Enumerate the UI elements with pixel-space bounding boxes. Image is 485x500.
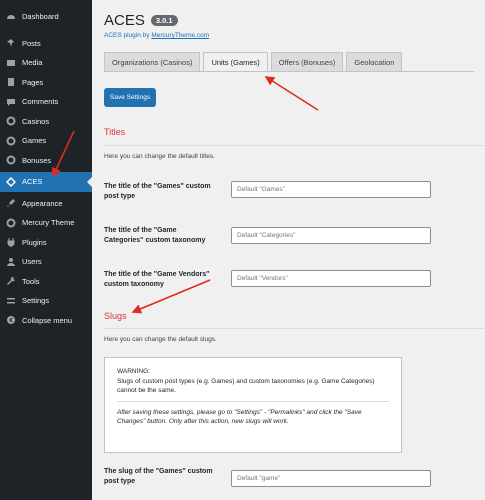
sidebar-item-casinos[interactable]: Casinos — [0, 112, 92, 132]
games-title-label: The title of the "Games" custom post typ… — [104, 183, 211, 200]
warning-note: After saving these settings, please go t… — [117, 409, 362, 425]
vendors-title-label: The title of the "Game Vendors" custom t… — [104, 271, 210, 288]
sidebar-item-label: ACES — [22, 177, 43, 187]
sidebar-item-label: Settings — [22, 296, 50, 306]
categories-title-label: The title of the "Game Categories" custo… — [104, 227, 206, 244]
slug-warning-box: WARNING: Slugs of custom post types (e.g… — [104, 357, 402, 453]
comment-icon — [6, 97, 16, 107]
sidebar-item-label: Bonuses — [22, 155, 52, 165]
tab-offers[interactable]: Offers (Bonuses) — [270, 52, 344, 72]
sidebar-item-bonuses[interactable]: Bonuses — [0, 151, 92, 171]
sidebar-item-plugins[interactable]: Plugins — [0, 233, 92, 253]
sidebar-item-tools[interactable]: Tools — [0, 272, 92, 292]
titles-description: Here you can change the default titles. — [104, 153, 215, 160]
section-divider — [104, 145, 485, 146]
sidebar-item-label: Posts — [22, 38, 41, 48]
admin-sidebar: Dashboard Posts Media Pages Comments Cas… — [0, 0, 92, 500]
sidebar-item-label: Media — [22, 58, 43, 68]
sidebar-item-games[interactable]: Games — [0, 131, 92, 151]
warning-divider — [117, 401, 389, 402]
categories-title-input[interactable] — [231, 227, 431, 244]
page-header: ACES 3.0.1 — [104, 12, 178, 29]
slugs-description: Here you can change the default slugs. — [104, 336, 217, 343]
sidebar-item-posts[interactable]: Posts — [0, 34, 92, 54]
sidebar-item-aces[interactable]: ACES — [0, 172, 92, 192]
slugs-heading: Slugs — [104, 311, 127, 321]
sidebar-item-users[interactable]: Users — [0, 252, 92, 272]
tab-organizations[interactable]: Organizations (Casinos) — [104, 52, 201, 72]
sidebar-item-label: Tools — [22, 276, 40, 286]
brush-icon — [6, 198, 16, 208]
settings-icon — [6, 296, 16, 306]
sidebar-item-collapse-menu[interactable]: Collapse menu — [0, 311, 92, 331]
vendors-title-input[interactable] — [231, 270, 431, 287]
sidebar-item-label: Casinos — [22, 116, 50, 126]
sidebar-item-label: Collapse menu — [22, 315, 73, 325]
dashboard-icon — [6, 12, 16, 22]
sidebar-item-media[interactable]: Media — [0, 53, 92, 73]
warning-text: Slugs of custom post types (e.g. Games) … — [117, 378, 375, 394]
titles-heading: Titles — [104, 127, 126, 137]
collapse-icon — [6, 315, 16, 325]
gear-icon — [6, 218, 16, 228]
warning-title: WARNING: — [117, 368, 150, 375]
page-title: ACES — [104, 12, 145, 29]
gear-icon — [6, 116, 16, 126]
mercurytheme-link[interactable]: MercuryTheme.com — [151, 32, 209, 39]
sidebar-item-label: Pages — [22, 77, 44, 87]
gear-icon — [6, 136, 16, 146]
media-icon — [6, 58, 16, 68]
sidebar-item-dashboard[interactable]: Dashboard — [0, 7, 92, 27]
version-badge: 3.0.1 — [150, 15, 178, 26]
tabs-divider — [104, 71, 474, 72]
plug-icon — [6, 237, 16, 248]
sidebar-item-mercury-theme[interactable]: Mercury Theme — [0, 213, 92, 233]
save-settings-button[interactable]: Save Settings — [104, 88, 157, 107]
sidebar-item-label: Mercury Theme — [22, 218, 75, 228]
main-content: ACES 3.0.1 ACES plugin by MercuryTheme.c… — [92, 0, 485, 500]
sidebar-item-comments[interactable]: Comments — [0, 92, 92, 112]
gear-icon — [6, 155, 16, 165]
games-title-input[interactable] — [231, 181, 431, 198]
sidebar-item-label: Dashboard — [22, 12, 59, 22]
tab-units[interactable]: Units (Games) — [203, 52, 268, 72]
pin-icon — [6, 38, 16, 48]
sidebar-item-settings[interactable]: Settings — [0, 291, 92, 311]
page-icon — [6, 77, 16, 87]
plugin-byline: ACES plugin by MercuryTheme.com — [104, 32, 209, 39]
sidebar-item-label: Users — [22, 257, 42, 267]
games-slug-label: The slug of the "Games" custom post type — [104, 468, 213, 485]
sidebar-item-label: Games — [22, 136, 47, 146]
wrench-icon — [6, 276, 16, 286]
sidebar-item-pages[interactable]: Pages — [0, 73, 92, 93]
sidebar-item-label: Appearance — [22, 198, 63, 208]
sidebar-item-label: Comments — [22, 97, 59, 107]
games-slug-input[interactable] — [231, 470, 431, 487]
user-icon — [6, 257, 16, 267]
settings-tabs: Organizations (Casinos) Units (Games) Of… — [104, 52, 403, 72]
tab-geolocation[interactable]: Geolocation — [346, 52, 403, 72]
section-divider — [104, 328, 485, 329]
sidebar-item-appearance[interactable]: Appearance — [0, 194, 92, 214]
byline-text: ACES plugin by — [104, 32, 152, 39]
sidebar-item-label: Plugins — [22, 237, 47, 247]
aces-icon — [6, 176, 16, 187]
